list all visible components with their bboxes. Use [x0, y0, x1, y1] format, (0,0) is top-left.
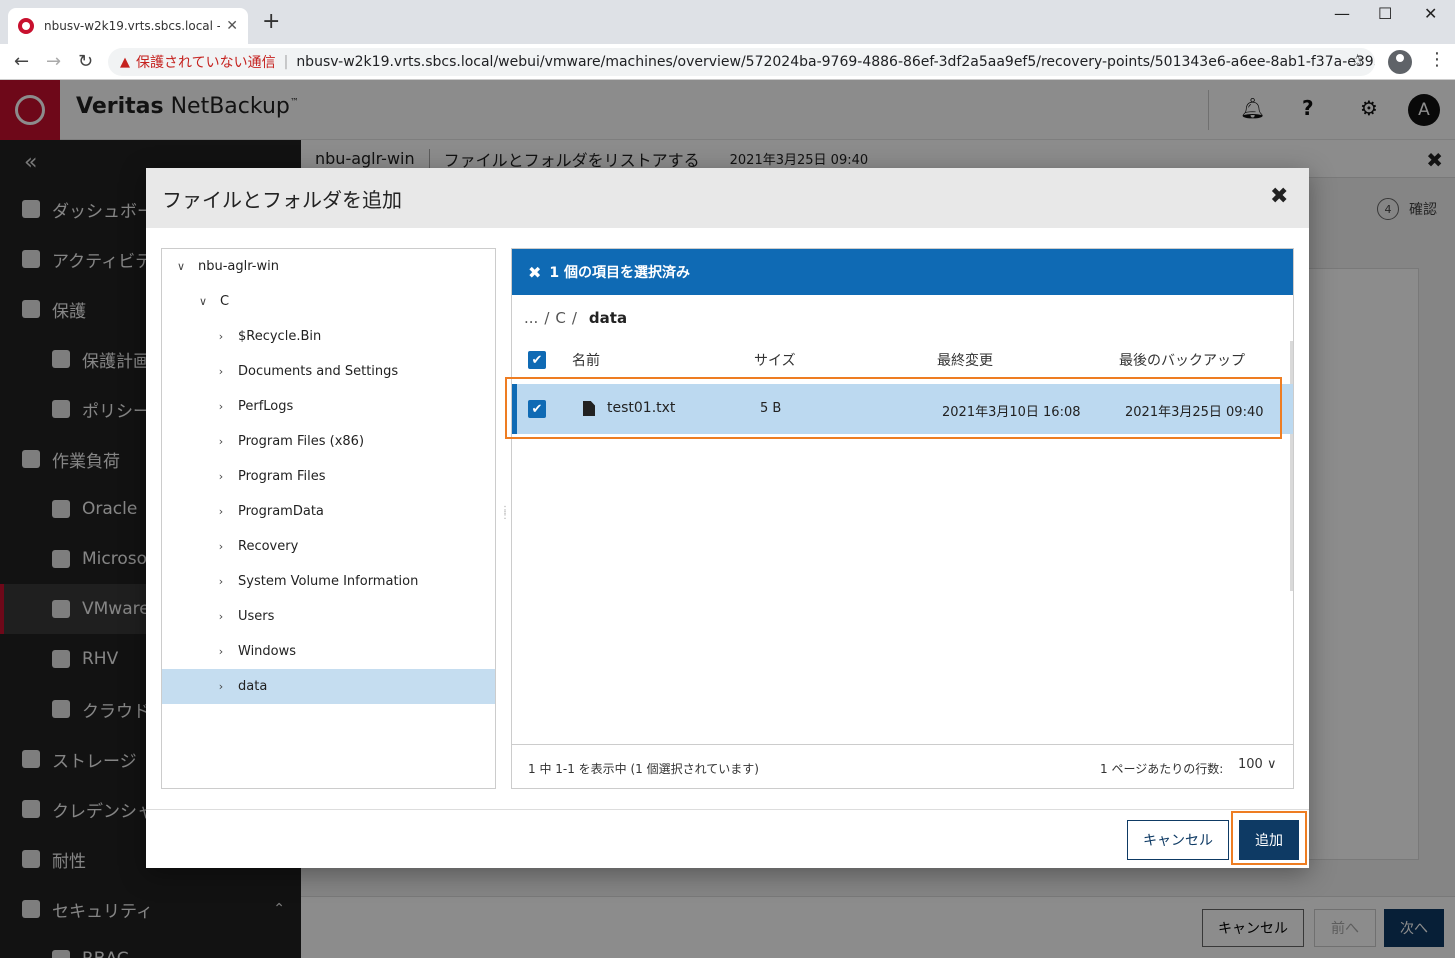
file-icon [583, 401, 595, 416]
breadcrumb-drive[interactable]: C [555, 309, 565, 327]
url-text: nbusv-w2k19.vrts.sbcs.local/webui/vmware… [296, 54, 1375, 70]
selection-count: 1 個の項目を選択済み [549, 265, 691, 281]
tree-node-folder[interactable]: › Windows [162, 634, 495, 669]
tree-node-folder[interactable]: › System Volume Information [162, 564, 495, 599]
chevron-right-icon[interactable]: › [214, 575, 228, 588]
column-modified[interactable]: 最終変更 [937, 350, 993, 370]
tree-node-folder-selected[interactable]: › data [162, 669, 495, 704]
chevron-right-icon[interactable]: › [214, 680, 228, 693]
tab-title: nbusv-w2k19.vrts.sbcs.local - Ne [44, 19, 220, 33]
chevron-right-icon[interactable]: › [214, 435, 228, 448]
maximize-icon[interactable]: ☐ [1378, 4, 1392, 23]
browser-address-bar: ← → ↻ ▲ 保護されていない通信 | nbusv-w2k19.vrts.sb… [0, 44, 1455, 80]
window-close-icon[interactable]: ✕ [1424, 4, 1437, 23]
tree-node-folder[interactable]: › Program Files (x86) [162, 424, 495, 459]
chevron-right-icon[interactable]: › [214, 400, 228, 413]
pane-resize-handle[interactable]: ⋮ ⋮ [500, 506, 510, 524]
tree-node-folder[interactable]: › ProgramData [162, 494, 495, 529]
warning-icon: ▲ [120, 54, 130, 70]
chevron-right-icon[interactable]: › [214, 365, 228, 378]
url-separator: | [283, 54, 289, 70]
column-size[interactable]: サイズ [754, 350, 796, 370]
tree-node-root[interactable]: ∨ nbu-aglr-win [162, 249, 495, 284]
folder-tree: ∨ nbu-aglr-win ∨ C › $Recycle.Bin › Document… [161, 248, 496, 789]
clear-selection-icon[interactable]: ✖ [528, 263, 541, 282]
insecure-label: 保護されていない通信 [136, 55, 276, 71]
file-last-backup: 2021年3月25日 09:40 [1125, 405, 1264, 420]
tree-node-folder[interactable]: › $Recycle.Bin [162, 319, 495, 354]
file-modified: 2021年3月10日 16:08 [942, 405, 1081, 420]
dialog-close-icon[interactable]: ✖ [1270, 184, 1288, 209]
chevron-right-icon[interactable]: › [214, 610, 228, 623]
chevron-down-icon[interactable]: ∨ [174, 260, 188, 273]
site-favicon-icon [18, 18, 34, 34]
dialog-add-button[interactable]: 追加 [1239, 820, 1299, 860]
tree-node-folder[interactable]: › Program Files [162, 459, 495, 494]
browser-tab[interactable]: nbusv-w2k19.vrts.sbcs.local - Ne ✕ [8, 8, 248, 44]
browser-menu-icon[interactable]: ⋮ [1428, 50, 1446, 70]
url-field[interactable]: ▲ 保護されていない通信 | nbusv-w2k19.vrts.sbcs.loc… [108, 48, 1375, 76]
tree-node-drive-c[interactable]: ∨ C [162, 284, 495, 319]
dialog-footer: キャンセル 追加 [146, 809, 1309, 868]
chevron-right-icon[interactable]: › [214, 470, 228, 483]
tab-close-icon[interactable]: ✕ [226, 18, 238, 34]
breadcrumb-ellipsis[interactable]: ... [524, 309, 538, 327]
add-files-dialog: ファイルとフォルダを追加 ✖ ∨ nbu-aglr-win ∨ C › $Recycl… [146, 168, 1309, 868]
profile-icon[interactable] [1388, 50, 1412, 74]
reload-icon[interactable]: ↻ [78, 52, 93, 72]
select-all-checkbox[interactable]: ✔ [528, 351, 546, 369]
chevron-down-icon[interactable]: ∨ [196, 295, 210, 308]
tree-node-folder[interactable]: › Users [162, 599, 495, 634]
tree-node-folder[interactable]: › Recovery [162, 529, 495, 564]
dialog-title: ファイルとフォルダを追加 [162, 188, 402, 212]
breadcrumb-current: data [588, 309, 628, 327]
rows-per-page-label: 1 ページあたりの行数: [1100, 762, 1224, 776]
tree-node-folder[interactable]: › PerfLogs [162, 389, 495, 424]
file-list-panel: ✖ 1 個の項目を選択済み ... / C / data ✔ 名前 サイズ 最終変更 最… [511, 248, 1294, 789]
back-icon[interactable]: ← [14, 52, 29, 72]
table-header: ✔ 名前 サイズ 最終変更 最後のバックアップ [512, 341, 1293, 379]
new-tab-icon[interactable]: + [262, 11, 280, 33]
table-footer: 1 中 1-1 を表示中 (1 個選択されています) 1 ページあたりの行数: … [512, 744, 1293, 788]
selection-banner: ✖ 1 個の項目を選択済み [512, 249, 1293, 295]
file-size: 5 B [760, 401, 782, 416]
dialog-header: ファイルとフォルダを追加 ✖ [146, 168, 1309, 228]
browser-tab-bar: nbusv-w2k19.vrts.sbcs.local - Ne ✕ + — ☐… [0, 0, 1455, 44]
table-scrollbar[interactable] [1290, 341, 1293, 591]
forward-icon[interactable]: → [46, 52, 61, 72]
table-row[interactable]: ✔ test01.txt 5 B 2021年3月10日 16:08 2021年3… [512, 384, 1293, 434]
result-count: 1 中 1-1 を表示中 (1 個選択されています) [528, 762, 759, 776]
bookmark-star-icon[interactable]: ☆ [1350, 51, 1365, 71]
chevron-right-icon[interactable]: › [214, 505, 228, 518]
chevron-right-icon[interactable]: › [214, 540, 228, 553]
breadcrumb: ... / C / data [524, 309, 628, 327]
column-last-backup[interactable]: 最後のバックアップ [1119, 350, 1245, 370]
file-name: test01.txt [607, 400, 676, 416]
tree-node-folder[interactable]: › Documents and Settings [162, 354, 495, 389]
chevron-down-icon: ∨ [1266, 757, 1277, 772]
chevron-right-icon[interactable]: › [214, 645, 228, 658]
rows-per-page-select[interactable]: 100 ∨ [1238, 757, 1276, 772]
column-name[interactable]: 名前 [572, 350, 600, 370]
dialog-cancel-button[interactable]: キャンセル [1127, 820, 1229, 860]
chevron-right-icon[interactable]: › [214, 330, 228, 343]
minimize-icon[interactable]: — [1334, 4, 1350, 23]
row-checkbox[interactable]: ✔ [528, 400, 546, 418]
